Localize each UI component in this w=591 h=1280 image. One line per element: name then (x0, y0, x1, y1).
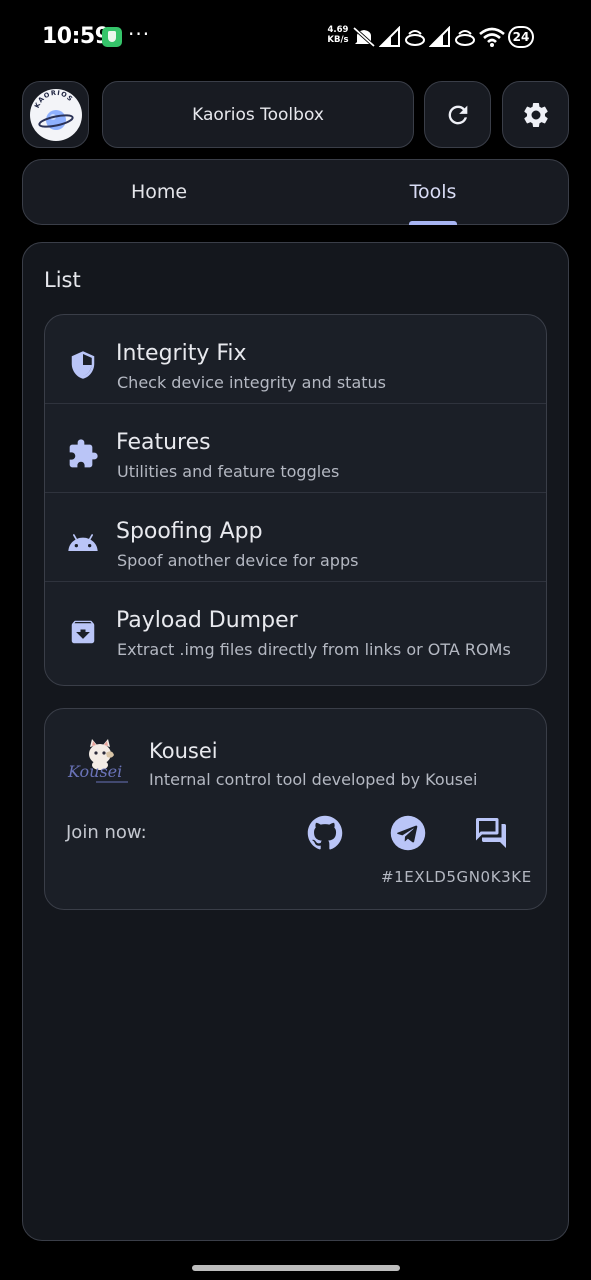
more-notifications-indicator: ··· (128, 22, 151, 46)
signal-icon-2 (429, 26, 450, 47)
archive-icon (67, 616, 99, 648)
chat-link[interactable] (472, 814, 510, 852)
app-shield-notification-icon (102, 27, 122, 47)
github-link[interactable] (306, 814, 344, 852)
status-icons: 24 (352, 24, 534, 50)
refresh-button[interactable] (424, 81, 491, 148)
tab-bar: Home Tools (22, 159, 569, 225)
refresh-icon (448, 105, 467, 124)
network-speed-value: 4.69 (327, 25, 349, 35)
telegram-icon (390, 815, 426, 851)
list-item-payload-dumper[interactable]: Payload Dumper Extract .img files direct… (45, 582, 546, 671)
list-item-subtitle: Extract .img files directly from links o… (117, 640, 511, 659)
device-id: #1EXLD5GN0K3KE (381, 868, 532, 886)
list-item-integrity-fix[interactable]: Integrity Fix Check device integrity and… (45, 315, 546, 404)
author-name: Kousei (149, 739, 218, 763)
shield-icon (67, 349, 99, 381)
network-speed-unit: KB/s (327, 35, 349, 45)
network-speed: 4.69 KB/s (326, 25, 350, 45)
author-avatar: Kousei (66, 735, 132, 789)
status-time: 10:59 (42, 24, 110, 49)
list-item-subtitle: Spoof another device for apps (117, 551, 359, 570)
app-title: Kaorios Toolbox (102, 81, 414, 148)
join-now-label: Join now: (66, 822, 147, 843)
list-item-title: Payload Dumper (116, 608, 298, 633)
hotspot-icon-2 (455, 30, 475, 46)
chat-icon (476, 818, 506, 848)
android-icon (67, 527, 99, 559)
mute-icon (352, 26, 376, 48)
github-icon (307, 815, 343, 850)
app-logo-button[interactable]: KAORIOS (22, 81, 89, 148)
battery-indicator: 24 (508, 26, 534, 48)
signal-icon (379, 26, 400, 47)
tab-tools[interactable]: Tools (373, 160, 493, 224)
gear-icon (523, 102, 548, 127)
tools-list: Integrity Fix Check device integrity and… (44, 314, 547, 686)
avatar-signature: Kousei (67, 762, 122, 781)
planet-logo-icon: KAORIOS (29, 88, 82, 141)
telegram-link[interactable] (389, 814, 427, 852)
hotspot-icon (405, 30, 425, 46)
list-item-title: Spoofing App (116, 519, 263, 544)
list-item-title: Features (116, 430, 211, 455)
list-title: List (44, 268, 81, 292)
settings-button[interactable] (502, 81, 569, 148)
list-item-title: Integrity Fix (116, 341, 247, 366)
list-item-features[interactable]: Features Utilities and feature toggles (45, 404, 546, 493)
list-item-subtitle: Utilities and feature toggles (117, 462, 340, 481)
puzzle-icon (67, 438, 99, 470)
active-tab-indicator (409, 221, 457, 225)
author-description: Internal control tool developed by Kouse… (149, 770, 478, 789)
wifi-icon (479, 27, 505, 47)
list-item-subtitle: Check device integrity and status (117, 373, 387, 392)
list-item-spoofing-app[interactable]: Spoofing App Spoof another device for ap… (45, 493, 546, 582)
home-gesture-bar[interactable] (192, 1265, 400, 1271)
tab-home[interactable]: Home (95, 160, 223, 224)
